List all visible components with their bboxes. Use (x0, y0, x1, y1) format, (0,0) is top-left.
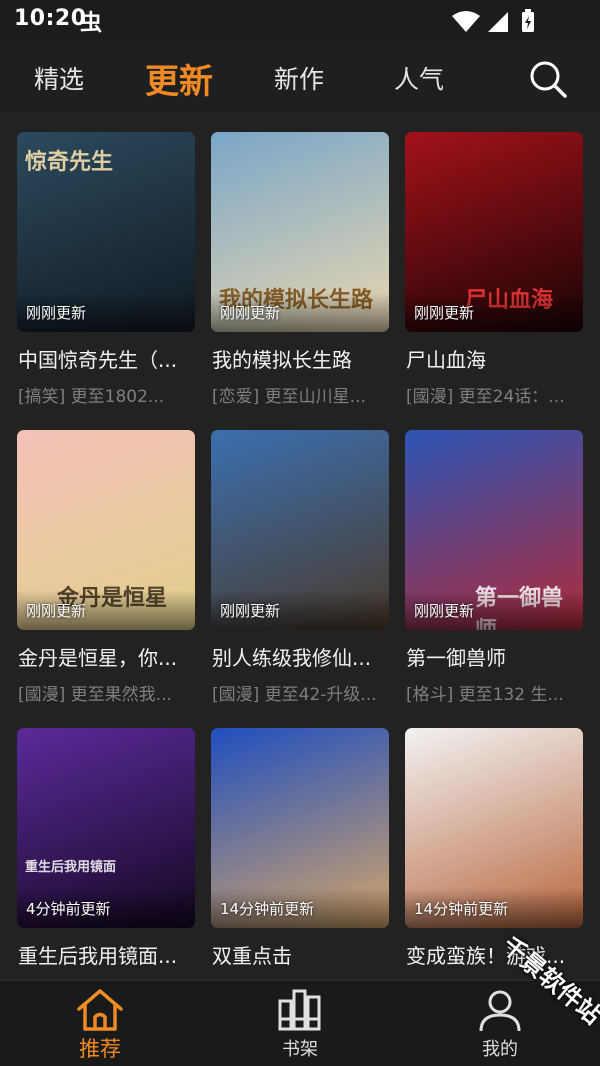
comic-title[interactable]: 重生后我用镜面... (18, 940, 196, 969)
bottom-nav-label: 书架 (282, 1039, 318, 1060)
comic-title[interactable]: 别人练级我修仙... (212, 642, 390, 671)
comic-title[interactable]: 尸山血海 (406, 344, 584, 373)
status-bar: 10:20 虫 (0, 0, 600, 40)
comic-title[interactable]: 双重点击 (212, 940, 390, 969)
update-badge: 14分钟前更新 (211, 888, 389, 928)
comic-cover[interactable]: 第一御兽师 刚刚更新 (405, 430, 583, 630)
tab-popular[interactable]: 人气 (394, 60, 444, 96)
comic-subtitle: [搞笑] 更至1802... (18, 387, 165, 407)
update-badge: 14分钟前更新 (405, 888, 583, 928)
update-badge-text: 14分钟前更新 (220, 900, 315, 918)
comic-subtitle: [國漫] 更至42-升级... (212, 685, 377, 705)
update-badge-text: 4分钟前更新 (26, 900, 111, 918)
comic-cover[interactable]: 14分钟前更新 (405, 728, 583, 928)
comic-subtitle: [國漫] 更至24话：... (406, 387, 565, 407)
update-badge-text: 刚刚更新 (26, 602, 87, 620)
comic-cover[interactable]: 刚刚更新 (211, 430, 389, 630)
comic-cover[interactable]: 14分钟前更新 (211, 728, 389, 928)
update-badge: 刚刚更新 (405, 590, 583, 630)
update-badge: 刚刚更新 (17, 590, 195, 630)
wifi-icon (452, 11, 480, 32)
home-icon (77, 989, 123, 1031)
status-icons (452, 9, 534, 32)
update-badge-text: 刚刚更新 (414, 304, 475, 322)
comic-subtitle: [格斗] 更至132 生... (406, 685, 564, 705)
status-time: 10:20 (14, 6, 87, 31)
comic-subtitle: [恋爱] 更至山川星... (212, 387, 366, 407)
update-badge-text: 刚刚更新 (220, 602, 281, 620)
cover-title-art: 重生后我用镜面 (25, 860, 117, 875)
bookshelf-icon (278, 989, 321, 1031)
comic-cover[interactable]: 重生后我用镜面 4分钟前更新 (17, 728, 195, 928)
update-badge: 4分钟前更新 (17, 888, 195, 928)
update-badge: 刚刚更新 (211, 292, 389, 332)
update-badge: 刚刚更新 (405, 292, 583, 332)
comic-grid: 惊奇先生 刚刚更新 中国惊奇先生（... [搞笑] 更至1802... 我的模拟… (0, 114, 600, 980)
top-nav: 精选 更新 新作 人气 (0, 40, 600, 114)
update-badge-text: 刚刚更新 (414, 602, 475, 620)
comic-cover[interactable]: 尸山血海 刚刚更新 (405, 132, 583, 332)
cover-title-art: 惊奇先生 (25, 150, 114, 175)
bottom-nav-bookshelf[interactable]: 书架 (240, 981, 360, 1066)
comic-subtitle: [國漫] 更至果然我... (18, 685, 172, 705)
cellular-signal-icon (488, 12, 508, 32)
comic-cover[interactable]: 我的模拟长生路 刚刚更新 (211, 132, 389, 332)
search-icon[interactable] (526, 58, 570, 98)
comic-title[interactable]: 金丹是恒星，你... (18, 642, 196, 671)
tab-updates[interactable]: 更新 (145, 54, 213, 103)
bottom-nav-label: 推荐 (79, 1037, 121, 1061)
debug-bug-icon: 虫 (80, 11, 103, 36)
tab-new-works[interactable]: 新作 (274, 60, 324, 96)
comic-title[interactable]: 第一御兽师 (406, 642, 584, 671)
update-badge-text: 刚刚更新 (220, 304, 281, 322)
update-badge: 刚刚更新 (211, 590, 389, 630)
comic-cover[interactable]: 惊奇先生 刚刚更新 (17, 132, 195, 332)
comic-title[interactable]: 我的模拟长生路 (212, 344, 390, 373)
battery-icon (522, 9, 534, 32)
update-badge: 刚刚更新 (17, 292, 195, 332)
bottom-nav-recommend[interactable]: 推荐 (40, 981, 160, 1066)
update-badge-text: 14分钟前更新 (414, 900, 509, 918)
update-badge-text: 刚刚更新 (26, 304, 87, 322)
tab-featured[interactable]: 精选 (34, 60, 84, 96)
comic-cover[interactable]: 金丹是恒星 刚刚更新 (17, 430, 195, 630)
comic-title[interactable]: 中国惊奇先生（... (18, 344, 196, 373)
